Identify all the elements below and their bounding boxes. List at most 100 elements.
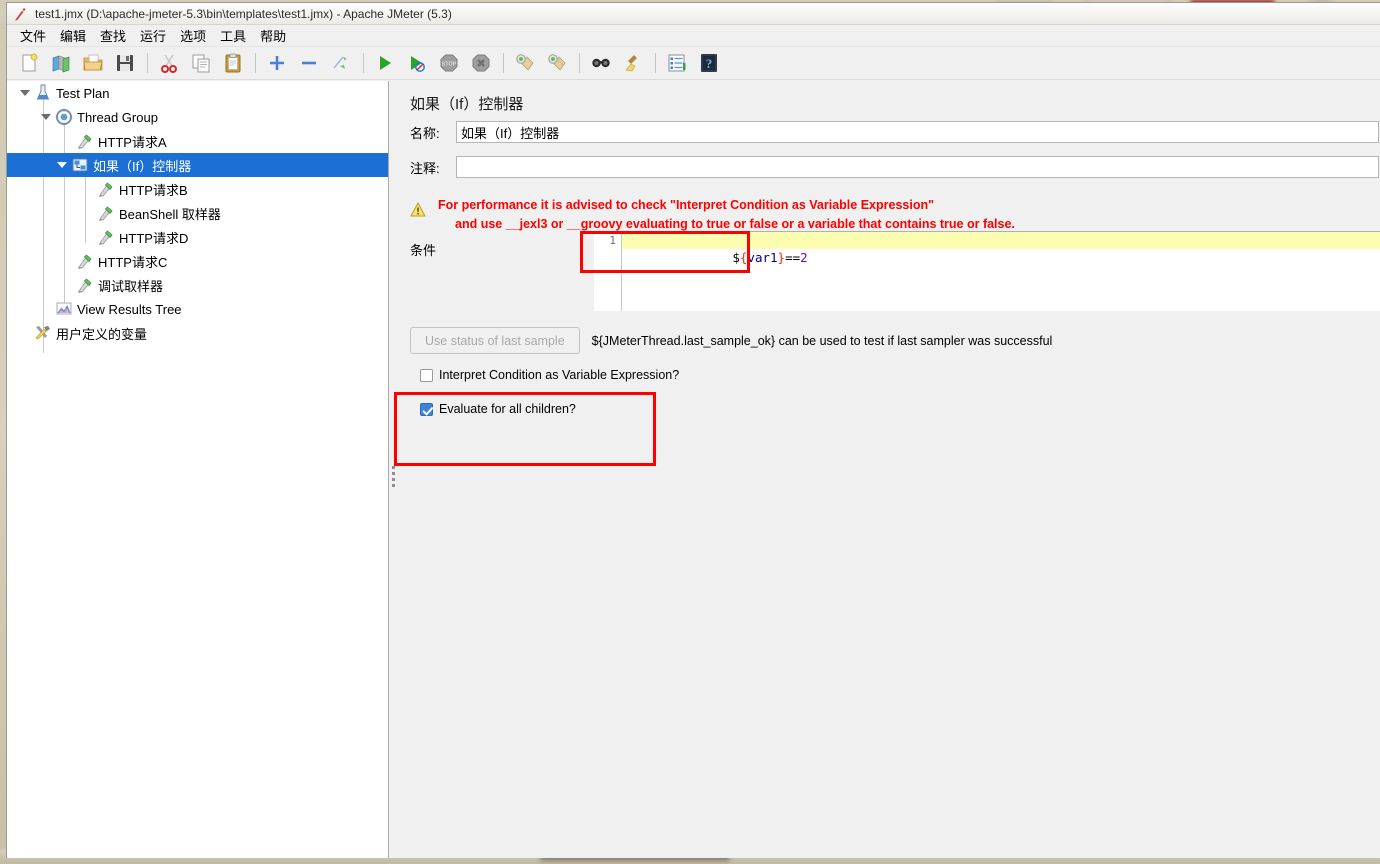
tree-node-user-defined-variables[interactable]: 用户定义的变量: [7, 321, 388, 345]
last-sample-status-row: Use status of last sample ${JMeterThread…: [410, 327, 1052, 354]
tree-node-if-controller[interactable]: 如果（If）控制器: [7, 153, 388, 177]
menu-file[interactable]: 文件: [13, 24, 53, 47]
title-bar: test1.jmx (D:\apache-jmeter-5.3\bin\temp…: [7, 3, 1380, 25]
comment-input[interactable]: [456, 156, 1379, 178]
tree-node-label: HTTP请求B: [119, 182, 188, 198]
tree-node-view-results-tree[interactable]: View Results Tree: [7, 297, 388, 321]
name-label: 名称:: [410, 125, 440, 141]
config-icon: [33, 323, 53, 343]
test-plan-tree[interactable]: Test Plan Thread Group HTTP请求A 如果（If）控制器…: [7, 81, 389, 858]
interpret-condition-row[interactable]: Interpret Condition as Variable Expressi…: [420, 368, 679, 382]
toggle-icon[interactable]: [327, 49, 355, 77]
toolbar-separator: [147, 53, 148, 73]
tree-node-test-plan[interactable]: Test Plan: [7, 81, 388, 105]
token-close-brace: }: [777, 250, 786, 265]
warning-triangle-icon: [410, 201, 426, 217]
thread-group-icon: [54, 107, 74, 127]
evaluate-for-all-children-label: Evaluate for all children?: [439, 402, 576, 416]
shutdown-icon[interactable]: [467, 49, 495, 77]
new-icon[interactable]: [15, 49, 43, 77]
start-icon[interactable]: [371, 49, 399, 77]
expand-all-icon[interactable]: [263, 49, 291, 77]
tree-node-label: HTTP请求A: [98, 134, 167, 150]
window-title: test1.jmx (D:\apache-jmeter-5.3\bin\temp…: [35, 6, 452, 21]
evaluate-for-all-children-checkbox[interactable]: [420, 402, 433, 416]
paste-icon[interactable]: [219, 49, 247, 77]
svg-text:STOP: STOP: [442, 62, 457, 68]
screenshot-root: test1.jmx (D:\apache-jmeter-5.3\bin\temp…: [0, 0, 1380, 864]
sampler-icon: [75, 251, 95, 271]
toolbar-separator: [363, 53, 364, 73]
chevron-down-icon[interactable]: [17, 81, 33, 105]
tree-node-label: View Results Tree: [77, 301, 182, 317]
jmeter-feather-icon: [13, 6, 29, 22]
sampler-icon: [96, 227, 116, 247]
menu-search[interactable]: 查找: [93, 24, 133, 47]
menu-tools[interactable]: 工具: [213, 24, 253, 47]
search-icon[interactable]: [587, 49, 615, 77]
toolbar-separator: [579, 53, 580, 73]
condition-label: 条件: [410, 243, 437, 258]
chevron-down-icon[interactable]: [54, 153, 70, 177]
menu-edit[interactable]: 编辑: [53, 24, 93, 47]
menu-options[interactable]: 选项: [173, 24, 213, 47]
comment-label: 注释:: [410, 160, 440, 176]
save-icon[interactable]: [111, 49, 139, 77]
chevron-down-icon[interactable]: [38, 105, 54, 129]
use-status-of-last-sample-button[interactable]: Use status of last sample: [410, 327, 580, 354]
tree-node-debug-sampler[interactable]: 调试取样器: [7, 273, 388, 297]
condition-code-area[interactable]: ${var1}==2: [622, 232, 1380, 311]
tree-node-label: 调试取样器: [98, 278, 164, 294]
line-number: 1: [609, 234, 616, 247]
tree-node-http-request-c[interactable]: HTTP请求C: [7, 249, 388, 273]
clear-all-icon[interactable]: [543, 49, 571, 77]
name-input[interactable]: [456, 121, 1379, 143]
tree-node-http-request-a[interactable]: HTTP请求A: [7, 129, 388, 153]
interpret-condition-checkbox[interactable]: [420, 368, 433, 382]
cut-icon[interactable]: [155, 49, 183, 77]
collapse-all-icon[interactable]: [295, 49, 323, 77]
menu-run[interactable]: 运行: [133, 24, 173, 47]
sampler-icon: [96, 203, 116, 223]
templates-icon[interactable]: [47, 49, 75, 77]
sampler-icon: [75, 275, 95, 295]
warning-text: For performance it is advised to check "…: [438, 196, 1370, 234]
split-divider[interactable]: [389, 81, 398, 858]
tree-node-label: Thread Group: [77, 109, 158, 125]
page-title: 如果（If）控制器: [410, 96, 524, 113]
performance-warning: For performance it is advised to check "…: [410, 196, 1370, 234]
toolbar: STOP ?: [7, 47, 1380, 80]
condition-editor[interactable]: 1 ${var1}==2: [594, 231, 1380, 311]
tree-node-label: 如果（If）控制器: [93, 158, 192, 174]
token-variable: var1: [747, 250, 778, 265]
menu-bar[interactable]: 文件 编辑 查找 运行 选项 工具 帮助: [7, 25, 1380, 47]
function-helper-icon[interactable]: [663, 49, 691, 77]
tree-node-beanshell-sampler[interactable]: BeanShell 取样器: [7, 201, 388, 225]
help-icon[interactable]: ?: [695, 49, 723, 77]
tree-node-http-request-d[interactable]: HTTP请求D: [7, 225, 388, 249]
tree-node-http-request-b[interactable]: HTTP请求B: [7, 177, 388, 201]
comment-row: 注释:: [410, 156, 1380, 178]
split-grip-icon[interactable]: [392, 466, 395, 488]
jmeter-main-window: test1.jmx (D:\apache-jmeter-5.3\bin\temp…: [6, 2, 1380, 858]
open-icon[interactable]: [79, 49, 107, 77]
tree-node-label: HTTP请求C: [98, 254, 168, 270]
reset-search-icon[interactable]: [619, 49, 647, 77]
sampler-icon: [96, 179, 116, 199]
test-plan-icon: [33, 83, 53, 103]
start-no-pauses-icon[interactable]: [403, 49, 431, 77]
clear-icon[interactable]: [511, 49, 539, 77]
menu-help[interactable]: 帮助: [253, 24, 293, 47]
copy-icon[interactable]: [187, 49, 215, 77]
if-controller-editor-panel: 如果（If）控制器 名称: 注释:: [398, 81, 1380, 858]
stop-icon[interactable]: STOP: [435, 49, 463, 77]
line-number-gutter: 1: [594, 232, 622, 311]
tree-node-thread-group[interactable]: Thread Group: [7, 105, 388, 129]
evaluate-for-all-children-row[interactable]: Evaluate for all children?: [420, 402, 576, 416]
name-row: 名称:: [410, 121, 1380, 143]
condition-code-line[interactable]: ${var1}==2: [622, 232, 1380, 265]
token-operator: ==: [785, 250, 801, 265]
toolbar-separator: [503, 53, 504, 73]
tree-node-label: HTTP请求D: [119, 230, 189, 246]
listener-icon: [54, 299, 74, 319]
